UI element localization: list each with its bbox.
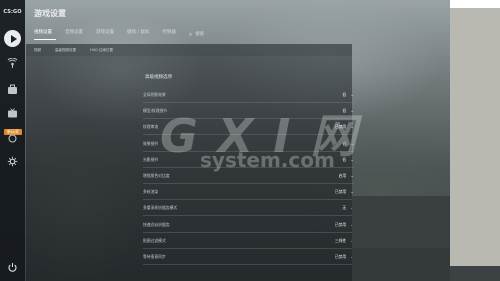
setting-dropdown[interactable]: 低 ⌄ [342,92,354,98]
setting-value: 三线性 [334,238,347,243]
setting-label: 多重采样抗锯齿模式 [143,205,178,210]
setting-label: 光影细节 [143,157,159,162]
setting-label: 全局阴影效果 [143,92,166,97]
setting-label: 效果细节 [143,141,159,146]
inventory-icon[interactable] [5,82,20,97]
chevron-down-icon: ⌄ [350,173,354,179]
watermark-text: system.com [200,148,335,172]
setting-label: 纹理串流 [143,124,159,129]
setting-value: 已禁用 [334,254,347,259]
background-block [352,248,450,281]
setting-row[interactable]: 等待垂直同步 已禁用⌄ [143,250,354,265]
setting-label: 增强角色对比度 [143,173,170,178]
sidebar: CS:GO 新玩家 [0,0,25,281]
setting-row[interactable]: 贴图过滤模式 三线性⌄ [143,234,354,249]
subtab-video[interactable]: 视频 [34,48,41,53]
play-button[interactable] [4,30,21,47]
tab-audio[interactable]: 音频设置 [65,29,83,41]
tab-keyboard-mouse[interactable]: 键盘 / 鼠标 [127,29,149,41]
tv-icon[interactable] [5,106,20,121]
setting-row[interactable]: 多核渲染 已禁用 ⌄ [143,185,354,200]
setting-label: 等待垂直同步 [143,254,166,259]
chevron-down-icon: ⌄ [350,92,354,98]
setting-label: 多核渲染 [143,189,159,194]
power-icon[interactable] [5,260,20,275]
subtab-bar: 视频 高级视频设置 HUD 边缘位置 [26,44,352,56]
search-label: 搜索 [195,32,205,37]
subtab-advanced-video[interactable]: 高级视频设置 [55,48,76,53]
setting-label: 快速近似抗锯齿 [143,222,170,227]
setting-value: 已禁用 [334,222,347,227]
setting-row[interactable]: 快速近似抗锯齿 已禁用⌄ [143,218,354,233]
broadcast-icon[interactable] [5,56,20,71]
active-tab-indicator [34,39,56,40]
tab-controller[interactable]: 控制器 [162,29,176,41]
setting-row[interactable]: 多重采样抗锯齿模式 无⌄ [143,201,354,216]
chevron-down-icon: ⌄ [350,189,354,195]
subtab-hud-edge[interactable]: HUD 边缘位置 [90,48,113,53]
section-title: 高级视频选项 [145,75,172,80]
search-button[interactable]: ⌕ 搜索 [189,29,204,41]
setting-value: 已禁用 [334,189,347,194]
setting-dropdown[interactable]: 已禁用⌄ [335,189,354,195]
profile-icon[interactable] [5,131,20,146]
setting-value: 启用 [338,173,347,178]
search-icon: ⌕ [188,31,193,38]
side-panel [450,8,500,266]
game-logo: CS:GO [3,9,22,15]
tab-game[interactable]: 游戏设置 [96,29,114,41]
setting-dropdown[interactable]: 启用 ⌄ [339,173,354,179]
background-block [450,0,500,8]
setting-value: 低 [342,92,347,97]
gear-icon[interactable] [5,154,20,169]
setting-value: 无 [342,205,347,210]
settings-tabs: 视频设置 音频设置 游戏设置 键盘 / 鼠标 控制器 ⌕ 搜索 [34,29,217,41]
setting-label: 贴图过滤模式 [143,238,166,243]
page-title: 游戏设置 [34,9,66,18]
